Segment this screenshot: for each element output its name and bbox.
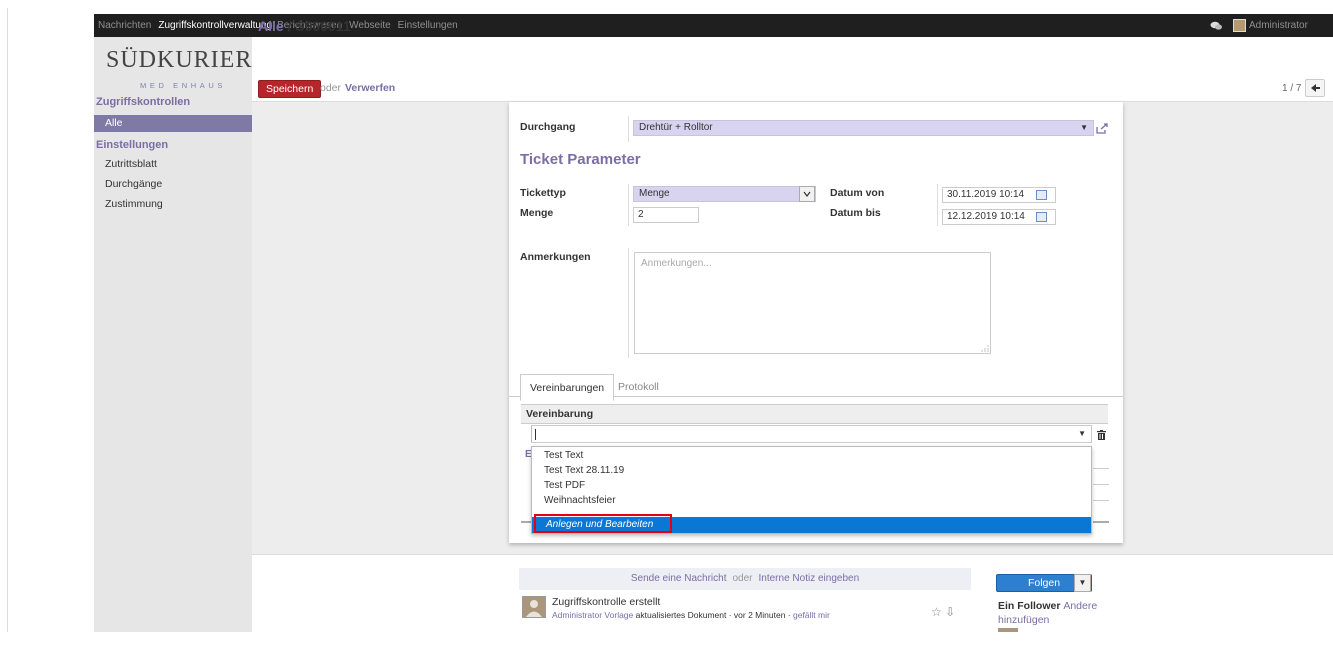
durchgang-label: Durchgang: [520, 121, 576, 133]
vereinbarung-input[interactable]: ▼: [531, 425, 1092, 443]
message-actions: ☆ ⇩: [931, 605, 955, 619]
calendar-icon[interactable]: [1036, 190, 1047, 200]
table-header-vereinbarung[interactable]: Vereinbarung: [521, 404, 1093, 424]
durchgang-select[interactable]: Drehtür + Rolltor ▼: [633, 120, 1094, 136]
menu-zugriffskontrollverwaltung[interactable]: Zugriffskontrollverwaltung: [158, 20, 272, 31]
datum-bis-input[interactable]: 12.12.2019 10:14: [942, 209, 1056, 225]
sidebar-section-zugriffskontrollen: Zugriffskontrollen: [96, 96, 191, 108]
calendar-icon[interactable]: [1036, 212, 1047, 222]
message-avatar: [522, 596, 546, 618]
datum-von-value: 30.11.2019 10:14: [947, 189, 1025, 200]
chatter-area: [252, 554, 1333, 632]
tab-vereinbarungen[interactable]: Vereinbarungen: [520, 374, 615, 401]
company-logo: SÜDKURIER MED ENHAUS: [106, 47, 253, 90]
external-link-icon[interactable]: [1096, 123, 1109, 134]
chatter-compose-bar: Sende eine Nachricht oder Interne Notiz ei…: [519, 568, 971, 590]
trash-icon[interactable]: [1097, 430, 1106, 440]
chevron-down-icon: [799, 186, 815, 202]
pager-value: 1 / 7: [1282, 82, 1302, 94]
tickettyp-label: Tickettyp: [520, 187, 566, 199]
tab-protokoll[interactable]: Protokoll: [618, 374, 659, 400]
datum-von-input[interactable]: 30.11.2019 10:14: [942, 187, 1056, 203]
menu-einstellungen[interactable]: Einstellungen: [398, 20, 458, 31]
dropdown-item[interactable]: Test Text: [544, 450, 583, 461]
left-sidebar: SÜDKURIER MED ENHAUS Zugriffskontrollen …: [94, 37, 252, 632]
message-meta: Administrator Vorlage aktualisiertes Dok…: [552, 610, 830, 620]
breadcrumb-current: S000011: [295, 18, 351, 34]
discard-button[interactable]: Verwerfen: [345, 82, 395, 94]
tickettyp-value: Menge: [639, 188, 670, 199]
datum-von-label: Datum von: [830, 187, 885, 199]
message-author[interactable]: Administrator Vorlage: [552, 610, 633, 620]
sidebar-item-zutrittsblatt[interactable]: Zutrittsblatt: [94, 156, 252, 173]
user-menu[interactable]: Administrator: [1249, 20, 1333, 31]
datum-bis-value: 12.12.2019 10:14: [947, 211, 1025, 222]
resize-handle-icon[interactable]: [981, 344, 989, 352]
anmerkungen-textarea[interactable]: Anmerkungen...: [634, 252, 991, 354]
chat-icon[interactable]: [1210, 21, 1223, 31]
like-link[interactable]: gefällt mir: [793, 610, 830, 620]
chevron-down-icon[interactable]: ▼: [1078, 429, 1086, 438]
chevron-down-icon[interactable]: ▼: [1074, 574, 1091, 592]
follow-button[interactable]: Folgen ▼: [996, 574, 1092, 592]
ticket-parameter-title: Ticket Parameter: [520, 151, 641, 168]
follower-count: Ein Follower Andere: [998, 600, 1098, 612]
menu-webseite[interactable]: Webseite: [349, 20, 391, 31]
arrow-left-icon: [1311, 84, 1321, 92]
save-button[interactable]: Speichern: [258, 80, 322, 98]
breadcrumb: Alle / S000011: [258, 18, 351, 34]
chevron-down-icon: ▼: [1080, 123, 1088, 132]
menge-label: Menge: [520, 207, 554, 219]
message-title: Zugriffskontrolle erstellt: [552, 596, 661, 608]
sidebar-item-durchgaenge[interactable]: Durchgänge: [94, 176, 252, 193]
sidebar-item-zustimmung[interactable]: Zustimmung: [94, 196, 252, 213]
add-followers-link-2[interactable]: hinzufügen: [998, 614, 1049, 626]
pager-prev-button[interactable]: [1305, 79, 1326, 97]
menu-nachrichten[interactable]: Nachrichten: [98, 20, 151, 31]
user-avatar[interactable]: [1233, 19, 1246, 32]
add-followers-link[interactable]: Andere: [1063, 600, 1097, 612]
menge-input[interactable]: 2: [633, 207, 699, 223]
tickettyp-select[interactable]: Menge: [633, 186, 816, 202]
star-icon[interactable]: ☆: [931, 605, 942, 619]
datum-bis-label: Datum bis: [830, 207, 881, 219]
inbox-icon[interactable]: ⇩: [945, 605, 955, 619]
sidebar-item-alle[interactable]: Alle: [94, 115, 252, 132]
or-text: oder: [320, 82, 342, 94]
send-message-link[interactable]: Sende eine Nachricht: [631, 573, 727, 584]
anmerkungen-label: Anmerkungen: [520, 251, 591, 263]
logo-name: SÜDKURIER: [106, 47, 253, 73]
pager: 1 / 7: [1282, 79, 1326, 97]
logo-subtitle: MED ENHAUS: [140, 81, 227, 90]
highlight-annotation: [534, 514, 672, 533]
sidebar-section-einstellungen: Einstellungen: [96, 139, 169, 151]
durchgang-value: Drehtür + Rolltor: [639, 122, 713, 133]
dropdown-item[interactable]: Test Text 28.11.19: [544, 465, 624, 476]
internal-note-link[interactable]: Interne Notiz eingeben: [759, 573, 860, 584]
breadcrumb-parent[interactable]: Alle: [258, 18, 284, 34]
dropdown-item[interactable]: Weihnachtsfeier: [544, 495, 616, 506]
follow-label: Folgen: [1027, 577, 1061, 589]
dropdown-item[interactable]: Test PDF: [544, 480, 585, 491]
